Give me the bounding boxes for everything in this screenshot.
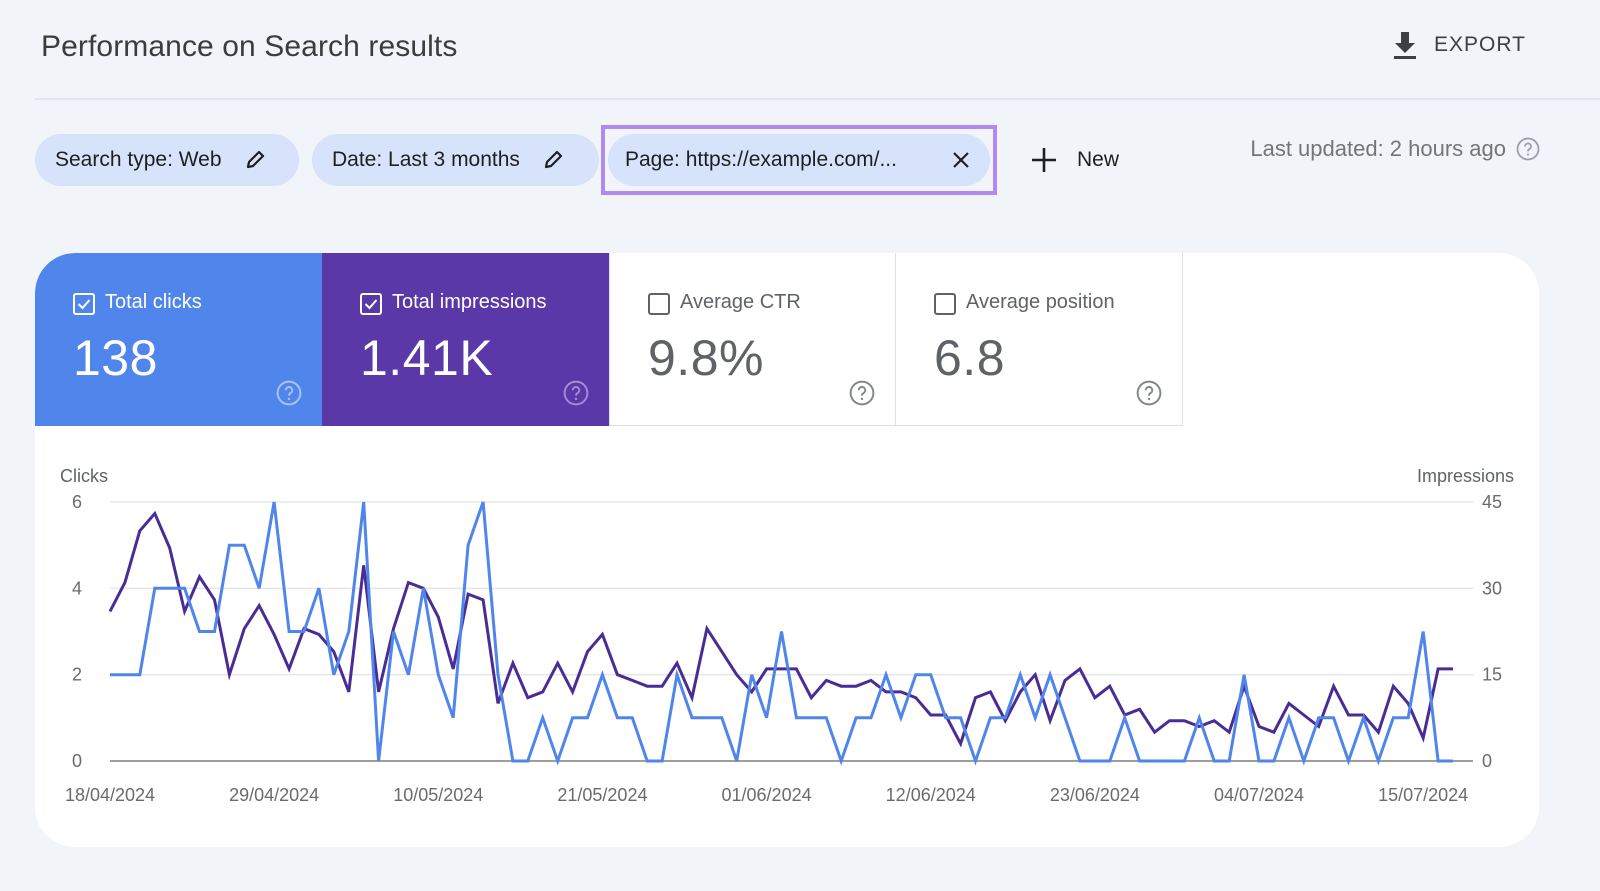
y-right-ticks: 0 15 30 45 (1482, 492, 1502, 771)
edit-pencil-icon[interactable] (244, 149, 266, 171)
y-right-tick-label: 30 (1482, 578, 1502, 598)
performance-chart[interactable]: Clicks Impressions 0 2 4 6 0 15 30 45 18/04/20… (35, 453, 1539, 847)
help-icon[interactable] (1516, 137, 1540, 161)
metric-average-position[interactable]: Average position 6.8 (896, 253, 1183, 426)
x-axis-ticks: 18/04/2024 29/04/2024 10/05/2024 21/05/2024… (65, 785, 1468, 805)
download-icon (1394, 32, 1417, 59)
checkbox-checked-icon[interactable] (73, 293, 95, 315)
y-left-ticks: 0 2 4 6 (72, 492, 82, 771)
series-lines (108, 501, 1453, 766)
x-tick-label: 04/07/2024 (1214, 785, 1304, 805)
metric-value: 138 (73, 330, 158, 386)
checkbox-unchecked-icon[interactable] (934, 293, 956, 315)
y-left-axis-title: Clicks (60, 466, 108, 486)
y-right-axis-title: Impressions (1417, 466, 1514, 486)
x-tick-label: 01/06/2024 (722, 785, 812, 805)
page-filter-label: Page: https://example.com/... (625, 148, 897, 171)
date-filter-label: Date: Last 3 months (332, 148, 520, 171)
metric-total-impressions[interactable]: Total impressions 1.41K (322, 253, 609, 426)
export-label: EXPORT (1434, 33, 1526, 56)
metric-average-ctr[interactable]: Average CTR 9.8% (609, 253, 896, 426)
metric-label: Total impressions (392, 291, 547, 313)
x-tick-label: 12/06/2024 (886, 785, 976, 805)
y-left-tick-label: 2 (72, 665, 82, 685)
metric-total-clicks[interactable]: Total clicks 138 (35, 253, 322, 426)
y-left-tick-label: 6 (72, 492, 82, 512)
y-left-tick-label: 0 (72, 751, 82, 771)
metric-label: Total clicks (105, 291, 202, 313)
performance-card: Total clicks 138 Total impressions 1.41K (35, 253, 1539, 847)
y-right-tick-label: 0 (1482, 751, 1492, 771)
new-filter-label: New (1077, 148, 1120, 171)
last-updated-status: Last updated: 2 hours ago (1250, 136, 1540, 162)
plus-icon (1032, 148, 1056, 172)
help-icon[interactable] (276, 380, 302, 406)
help-icon[interactable] (849, 380, 875, 406)
checkbox-unchecked-icon[interactable] (648, 293, 670, 315)
metric-tabs: Total clicks 138 Total impressions 1.41K (35, 253, 1183, 426)
edit-pencil-icon[interactable] (542, 149, 564, 171)
metric-value: 9.8% (648, 330, 764, 386)
metric-label: Average CTR (680, 291, 801, 313)
help-icon[interactable] (563, 380, 589, 406)
filter-bar: Search type: Web Date: Last 3 months Pag… (35, 125, 1119, 195)
metric-value: 6.8 (934, 330, 1006, 386)
page-filter-chip[interactable]: Page: https://example.com/... (608, 134, 990, 186)
x-tick-label: 21/05/2024 (557, 785, 647, 805)
page-filter-highlight: Page: https://example.com/... (601, 125, 997, 195)
close-icon[interactable] (950, 149, 972, 171)
last-updated-text: Last updated: 2 hours ago (1250, 136, 1506, 161)
export-button[interactable]: EXPORT (1392, 30, 1526, 60)
search-type-filter-chip[interactable]: Search type: Web (35, 134, 299, 186)
checkbox-checked-icon[interactable] (360, 293, 382, 315)
x-tick-label: 23/06/2024 (1050, 785, 1140, 805)
x-tick-label: 18/04/2024 (65, 785, 155, 805)
help-icon[interactable] (1136, 380, 1162, 406)
new-filter-button[interactable]: New (1031, 147, 1119, 173)
search-type-filter-label: Search type: Web (55, 148, 222, 171)
page-title: Performance on Search results (41, 30, 458, 63)
date-filter-chip[interactable]: Date: Last 3 months (312, 134, 599, 186)
x-tick-label: 29/04/2024 (229, 785, 319, 805)
metric-label: Average position (966, 291, 1115, 313)
header-divider (35, 98, 1600, 100)
y-left-tick-label: 4 (72, 578, 82, 598)
x-tick-label: 10/05/2024 (393, 785, 483, 805)
metric-value: 1.41K (360, 330, 494, 386)
x-tick-label: 15/07/2024 (1378, 785, 1468, 805)
y-right-tick-label: 45 (1482, 492, 1502, 512)
y-right-tick-label: 15 (1482, 665, 1502, 685)
